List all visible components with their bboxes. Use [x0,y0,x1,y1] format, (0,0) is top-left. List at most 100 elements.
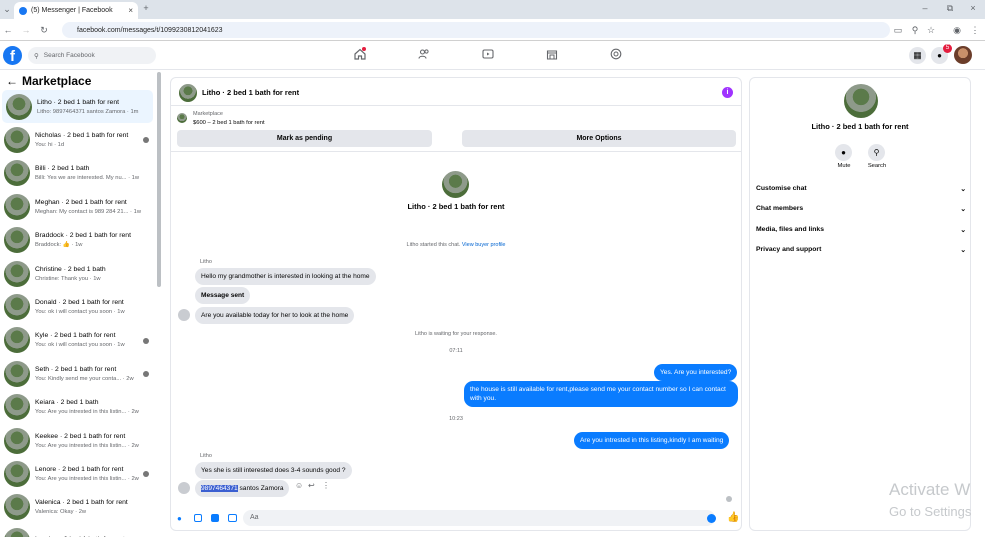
incoming-message[interactable]: 9897464371 santos Zamora [195,480,290,497]
message-rest: santos Zamora [237,485,284,492]
conversation-item[interactable]: Keekee · 2 bed 1 bath for rent You: Are y… [0,424,153,457]
conversation-info-panel: Litho · 2 bed 1 bath for rent ● Mute ⚲ S… [749,77,971,531]
new-tab-icon[interactable]: + [141,0,151,19]
tab-search-icon[interactable]: ⌄ [2,0,12,20]
minimize-icon[interactable]: – [920,0,930,19]
facebook-search-input[interactable]: ⚲ Search Facebook [28,47,156,64]
close-tab-icon[interactable]: × [128,6,133,15]
conversation-item[interactable]: Keiara · 2 bed 1 bath You: Are you intres… [0,391,153,424]
facebook-logo[interactable]: f [3,46,22,65]
microphone-icon[interactable]: ● [177,514,182,523]
conversation-name: Keiara · 2 bed 1 bath [35,399,99,407]
conversation-item[interactable]: Meghan · 2 bed 1 bath for rent Meghan: My… [0,190,153,223]
menu-grid-icon[interactable]: ▦ [909,47,926,64]
conversation-item[interactable]: Litho · 2 bed 1 bath for rent Litho: 9897… [2,90,153,123]
chat-intro-avatar [442,171,469,198]
conversation-avatar [4,427,30,454]
home-dot-badge [362,47,366,51]
conversation-name: Meghan · 2 bed 1 bath for rent [35,198,127,206]
close-window-icon[interactable]: × [968,0,978,19]
account-avatar[interactable] [954,46,972,64]
back-icon[interactable]: ← [3,19,13,41]
incoming-message[interactable]: Message sent [195,287,251,304]
conversation-preview: Valenica: Okay · 2w [35,509,87,516]
watch-icon[interactable] [482,48,494,60]
chevron-down-icon: ⌄ [960,186,966,193]
conversation-item[interactable]: Nicholas · 2 bed 1 bath for rent You: hi … [0,123,153,156]
chevron-down-icon: ⌄ [960,247,966,254]
conversation-item[interactable]: Kyle · 2 bed 1 bath for rent You: ok i wi… [0,324,153,357]
search-chat-icon[interactable]: ⚲ [868,144,885,161]
more-icon[interactable]: ⋮ [322,481,330,490]
message-input[interactable]: Aa [243,510,715,526]
conversation-item[interactable]: Braddock · 2 bed 1 bath for rent Braddock… [0,224,153,257]
conversation-name: Christine · 2 bed 1 bath [35,265,106,273]
reply-icon[interactable]: ↩ [308,481,315,490]
conversation-name: Kyle · 2 bed 1 bath for rent [35,332,116,340]
conversation-preview: Christine: Thank you · 1w [35,275,101,282]
sidebar-scrollbar[interactable] [157,72,161,287]
conversation-text: Keiara · 2 bed 1 bath You: Are you intres… [35,399,153,415]
mute-bell-icon[interactable]: ● [835,144,852,161]
chat-header-title[interactable]: Litho · 2 bed 1 bath for rent [202,88,299,97]
conversation-name: Billi · 2 bed 1 bath [35,165,90,173]
conversation-avatar [4,327,30,354]
section-media-files-links[interactable]: Media, files and links ⌄ [756,226,966,234]
view-buyer-profile-link[interactable]: View buyer profile [462,242,506,248]
marketplace-icon[interactable] [546,48,558,60]
incoming-message[interactable]: Yes she is still interested does 3-4 sou… [195,462,352,479]
profile-icon[interactable]: ◉ [952,19,962,41]
cast-icon[interactable]: ▭ [893,19,903,41]
notification-badge: 5 [943,44,952,53]
message-input-placeholder: Aa [250,514,259,521]
incoming-message[interactable]: Hello my grandmother is interested in lo… [195,268,376,285]
incoming-message[interactable]: Are you available today for her to look … [195,307,355,324]
section-label: Privacy and support [756,246,822,253]
gaming-icon[interactable] [610,48,622,60]
chat-started-note: Litho started this chat. View buyer prof… [171,242,741,248]
bookmark-star-icon[interactable]: ☆ [926,19,936,41]
conversation-item[interactable]: Seth · 2 bed 1 bath for rent You: Kindly … [0,357,153,390]
browser-tab[interactable]: (5) Messenger | Facebook × [14,2,138,19]
conversation-text: Billi · 2 bed 1 bath Billi: Yes we are in… [35,165,153,181]
emoji-icon[interactable] [707,514,716,523]
conversation-name: Keekee · 2 bed 1 bath for rent [35,432,126,440]
conversation-preview: Litho: 9897464371 santos Zamora · 1m [37,108,139,115]
section-customise-chat[interactable]: Customise chat ⌄ [756,185,966,193]
restore-icon[interactable]: ⧉ [945,0,955,19]
conversation-item[interactable]: Landon · 2 bed 1 bath for rent [0,524,153,537]
conversation-item[interactable]: Valenica · 2 bed 1 bath for rent Valenica… [0,491,153,524]
url-text: facebook.com/messages/t/1099230812041623 [77,26,223,34]
highlighted-phone-number[interactable]: 9897464371 [201,485,238,492]
section-privacy-support[interactable]: Privacy and support ⌄ [756,246,966,254]
mute-label: Mute [837,163,851,169]
browser-menu-icon[interactable]: ⋮ [970,19,980,41]
outgoing-message[interactable]: Yes. Are you interested? [654,364,738,381]
mark-as-pending-button[interactable]: Mark as pending [177,130,432,147]
reload-icon[interactable]: ↻ [39,19,49,41]
outgoing-message[interactable]: the house is still available for rent,pl… [464,381,738,407]
conversation-item[interactable]: Lenore · 2 bed 1 bath for rent You: Are y… [0,457,153,490]
address-bar[interactable]: facebook.com/messages/t/1099230812041623 [62,22,890,38]
sticker-icon[interactable] [211,514,219,522]
thumbs-up-icon[interactable]: 👍 [727,512,739,523]
info-icon[interactable]: i [722,87,733,98]
react-icon[interactable]: ☺ [295,481,303,490]
section-label: Chat members [756,205,804,212]
conversation-item[interactable]: Christine · 2 bed 1 bath Christine: Thank… [0,257,153,290]
zoom-icon[interactable]: ⚲ [910,19,920,41]
friends-icon[interactable] [418,48,430,60]
tab-title: (5) Messenger | Facebook [31,7,113,14]
conversation-item[interactable]: Billi · 2 bed 1 bath Billi: Yes we are in… [0,157,153,190]
gif-icon[interactable] [228,514,237,522]
outgoing-message[interactable]: Are you intrested in this listing,kindly… [574,432,730,449]
conversation-item[interactable]: Donald · 2 bed 1 bath for rent You: ok i … [0,290,153,323]
conversation-avatar [4,394,30,421]
forward-icon[interactable]: → [21,19,31,41]
section-chat-members[interactable]: Chat members ⌄ [756,205,966,213]
more-options-button[interactable]: More Options [462,130,736,147]
photo-icon[interactable] [194,514,202,522]
sidebar-header: ← Marketplace [6,74,91,88]
listing-price-title[interactable]: $600 – 2 bed 1 bath for rent [193,120,265,126]
back-arrow-icon[interactable]: ← [6,74,18,88]
